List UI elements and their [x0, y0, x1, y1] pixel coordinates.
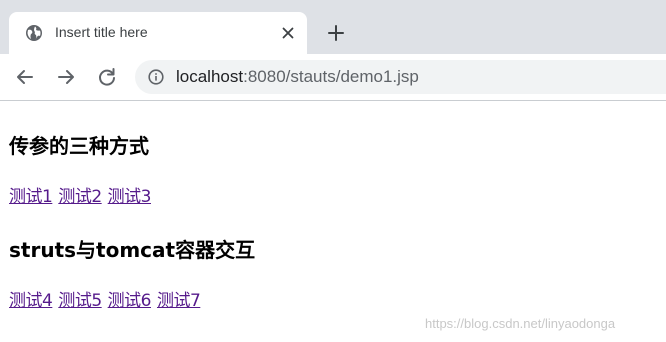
- address-bar[interactable]: localhost:8080/stauts/demo1.jsp: [135, 60, 666, 94]
- url-host: localhost: [176, 67, 244, 86]
- url-path: :8080/stauts/demo1.jsp: [243, 67, 419, 86]
- heading-struts-tomcat: struts与tomcat容器交互: [9, 238, 256, 262]
- heading-param-passing: 传参的三种方式: [9, 134, 149, 158]
- arrow-left-icon[interactable]: [14, 66, 36, 88]
- test-link-3[interactable]: 测试3: [108, 187, 152, 207]
- link-row-1: 测试1 测试2 测试3: [9, 182, 157, 207]
- test-link-4[interactable]: 测试4: [9, 291, 53, 311]
- url-text[interactable]: localhost:8080/stauts/demo1.jsp: [176, 67, 419, 87]
- watermark: https://blog.csdn.net/linyaodonga: [425, 316, 616, 331]
- test-link-5[interactable]: 测试5: [58, 291, 102, 311]
- test-link-1[interactable]: 测试1: [9, 187, 53, 207]
- test-link-6[interactable]: 测试6: [108, 291, 152, 311]
- globe-icon: [26, 25, 42, 41]
- test-link-2[interactable]: 测试2: [58, 187, 102, 207]
- close-icon[interactable]: [280, 25, 296, 41]
- page-content: 传参的三种方式 测试1 测试2 测试3 struts与tomcat容器交互 测试4 测…: [0, 101, 666, 342]
- link-row-2: 测试4 测试5 测试6 测试7: [9, 286, 206, 311]
- browser-tab[interactable]: Insert title here: [9, 12, 307, 54]
- tab-title: Insert title here: [55, 24, 148, 40]
- plus-icon[interactable]: [326, 23, 346, 43]
- test-link-7[interactable]: 测试7: [157, 291, 201, 311]
- arrow-right-icon[interactable]: [55, 66, 77, 88]
- tab-strip: Insert title here: [0, 0, 666, 54]
- browser-toolbar: localhost:8080/stauts/demo1.jsp: [0, 54, 666, 101]
- reload-icon[interactable]: [96, 66, 118, 88]
- info-icon[interactable]: [148, 69, 164, 85]
